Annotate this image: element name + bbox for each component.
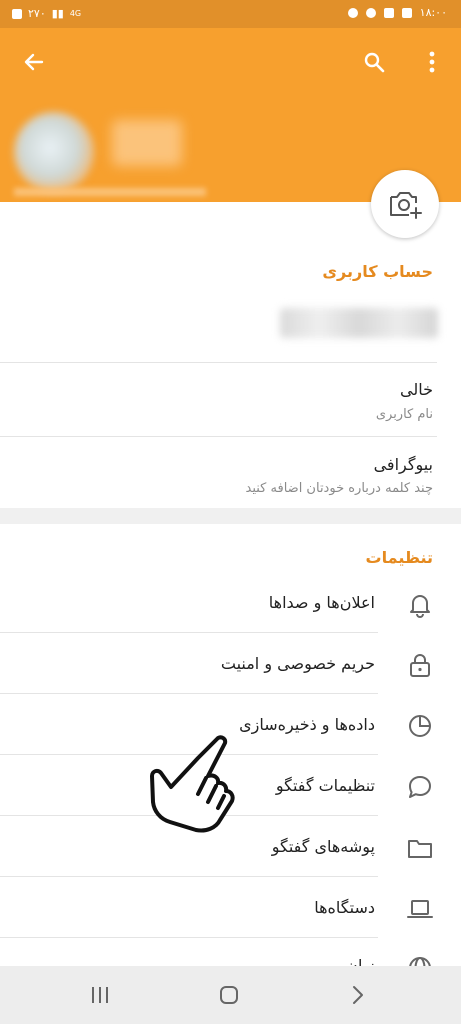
lock-icon <box>410 654 430 677</box>
back-button[interactable] <box>18 46 50 78</box>
divider <box>0 632 378 633</box>
folder-icon <box>408 840 432 858</box>
home-button[interactable] <box>211 980 247 1010</box>
message-icon <box>383 7 394 18</box>
phone-number-blurred[interactable] <box>280 308 438 338</box>
settings-item-label: داده‌ها و ذخیره‌سازی <box>239 715 375 734</box>
settings-item-label: تنظیمات گفتگو <box>275 776 375 795</box>
location-icon <box>347 7 358 18</box>
settings-item-label: اعلان‌ها و صداها <box>268 593 375 612</box>
signal-icon: ▮▮ <box>51 7 64 20</box>
system-nav-bar <box>0 966 461 1024</box>
network-text: 4G <box>69 9 82 18</box>
settings-item-label: پوشه‌های گفتگو <box>271 837 375 856</box>
image-icon <box>401 7 412 18</box>
status-bar: ۲۷۰ ▮▮ 4G ۱۸:۰۰ <box>0 0 461 28</box>
nav-back-button[interactable] <box>340 980 376 1010</box>
section-separator <box>0 508 461 524</box>
divider <box>0 937 378 938</box>
arrow-left-icon <box>24 53 44 71</box>
bell-icon <box>410 595 430 618</box>
pie-chart-icon <box>409 715 431 737</box>
account-section-title: حساب کاربری <box>322 262 433 281</box>
profile-name-blurred <box>112 120 182 166</box>
battery-icon <box>12 8 22 19</box>
username-label: نام کاربری <box>375 407 433 422</box>
more-vertical-icon <box>429 51 435 73</box>
add-photo-icon <box>390 192 422 219</box>
chevron-right-icon <box>353 986 363 1004</box>
recents-icon <box>92 987 108 1003</box>
avatar[interactable] <box>14 112 94 192</box>
more-options-button[interactable] <box>416 46 448 78</box>
pointing-hand-icon <box>150 735 235 833</box>
divider <box>0 362 437 363</box>
chat-bubble-icon <box>409 776 431 798</box>
recents-button[interactable] <box>82 980 118 1010</box>
profile-status-blurred <box>14 188 206 196</box>
status-right: ۱۸:۰۰ <box>347 6 447 19</box>
home-icon <box>220 986 238 1004</box>
bio-title: بیوگرافی <box>373 455 433 474</box>
set-photo-button[interactable] <box>371 170 439 238</box>
clock-text: ۱۸:۰۰ <box>419 6 447 19</box>
search-button[interactable] <box>358 46 390 78</box>
search-icon <box>364 52 385 73</box>
settings-section-title: تنظیمات <box>365 548 433 567</box>
divider <box>0 693 378 694</box>
bio-hint: چند کلمه درباره خودتان اضافه کنید <box>245 481 433 496</box>
divider <box>0 436 437 437</box>
battery-text: ۲۷۰ <box>28 7 46 20</box>
laptop-icon <box>407 900 433 918</box>
settings-item-label: دستگاه‌ها <box>314 898 375 917</box>
username-value: خالی <box>400 380 433 399</box>
divider <box>0 876 378 877</box>
settings-item-label: حریم خصوصی و امنیت <box>220 654 375 673</box>
status-left: ۲۷۰ ▮▮ 4G <box>12 7 81 20</box>
notification-icon <box>365 7 376 18</box>
